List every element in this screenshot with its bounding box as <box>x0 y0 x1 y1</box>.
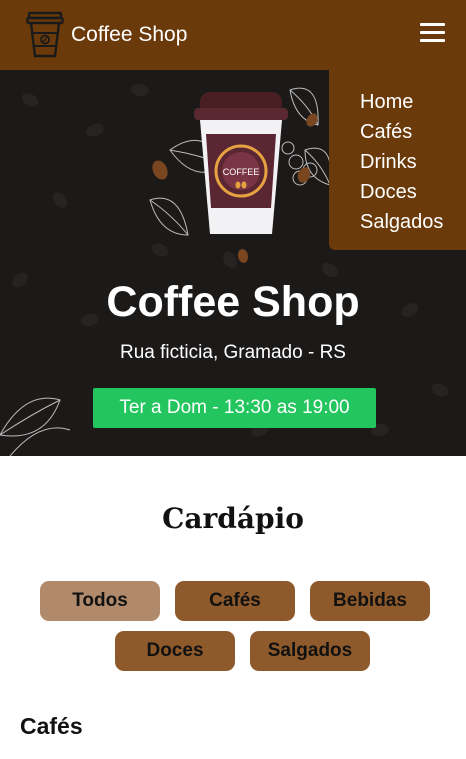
coffee-cup-illustration: COFFEE <box>194 92 288 234</box>
hamburger-menu-icon[interactable] <box>420 22 446 44</box>
filter-todos-button[interactable]: Todos <box>40 581 160 621</box>
brand[interactable]: Coffee Shop <box>26 11 187 59</box>
filter-doces-button[interactable]: Doces <box>115 631 235 671</box>
brand-name[interactable]: Coffee Shop <box>71 23 187 47</box>
hero-title: Coffee Shop <box>106 278 360 326</box>
navbar: Coffee Shop <box>0 0 466 70</box>
filter-cafes-button[interactable]: Cafés <box>175 581 295 621</box>
coffee-cup-icon <box>26 11 64 58</box>
nav-item-home[interactable]: Home <box>360 87 466 117</box>
nav-item-doces[interactable]: Doces <box>360 177 466 207</box>
cup-label: COFFEE <box>223 167 260 177</box>
hero-address: Rua ficticia, Gramado - RS <box>120 342 346 363</box>
nav-item-salgados[interactable]: Salgados <box>360 207 466 237</box>
filter-bebidas-button[interactable]: Bebidas <box>310 581 430 621</box>
filter-salgados-button[interactable]: Salgados <box>250 631 370 671</box>
opening-hours-badge: Ter a Dom - 13:30 as 19:00 <box>93 388 376 428</box>
menu-title: Cardápio <box>162 502 304 535</box>
nav-item-drinks[interactable]: Drinks <box>360 147 466 177</box>
nav-item-cafes[interactable]: Cafés <box>360 117 466 147</box>
section-title-cafes: Cafés <box>20 713 83 739</box>
nav-dropdown: Home Cafés Drinks Doces Salgados <box>329 70 466 250</box>
